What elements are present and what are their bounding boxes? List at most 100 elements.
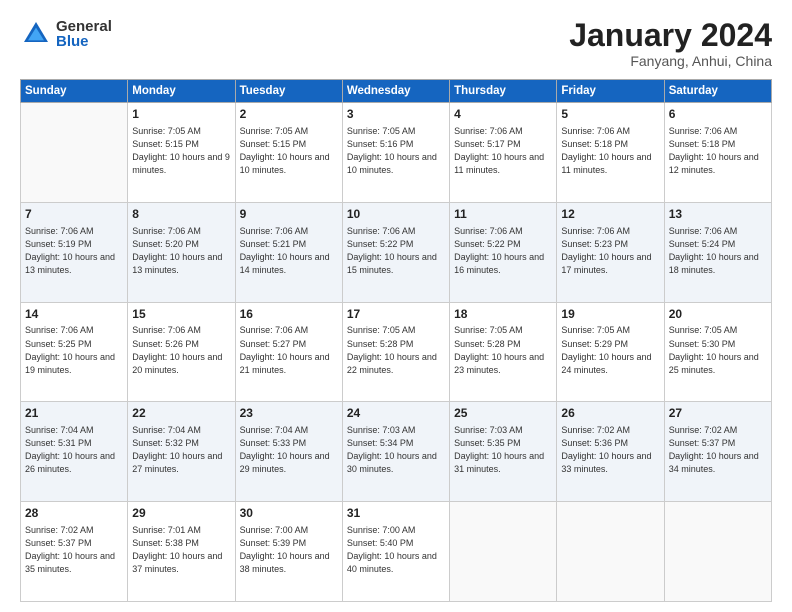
table-row: 23 Sunrise: 7:04 AM Sunset: 5:33 PM Dayli… — [235, 402, 342, 502]
table-row: 8Sunrise: 7:06 AM Sunset: 5:20 PM Daylig… — [128, 202, 235, 302]
table-row: 4 Sunrise: 7:06 AM Sunset: 5:17 PM Daylig… — [450, 103, 557, 203]
location: Fanyang, Anhui, China — [569, 53, 772, 69]
day-info: Sunrise: 7:04 AM Sunset: 5:32 PM Dayligh… — [132, 424, 230, 476]
day-number: 2 — [240, 106, 338, 123]
table-row: 10 Sunrise: 7:06 AM Sunset: 5:22 PM Dayli… — [342, 202, 449, 302]
table-row: 16Sunrise: 7:06 AM Sunset: 5:27 PM Dayli… — [235, 302, 342, 402]
col-tuesday: Tuesday — [235, 80, 342, 103]
day-number: 10 — [347, 206, 445, 223]
day-number: 12 — [561, 206, 659, 223]
table-row: 13 Sunrise: 7:06 AM Sunset: 5:24 PM Dayli… — [664, 202, 771, 302]
day-info: Sunrise: 7:06 AM Sunset: 5:26 PM Dayligh… — [132, 324, 230, 376]
logo-blue-text: Blue — [56, 34, 112, 49]
day-number: 15 — [132, 306, 230, 323]
day-number: 3 — [347, 106, 445, 123]
col-friday: Friday — [557, 80, 664, 103]
day-number: 16 — [240, 306, 338, 323]
table-row — [557, 502, 664, 602]
day-number: 26 — [561, 405, 659, 422]
day-info: Sunrise: 7:05 AM Sunset: 5:30 PM Dayligh… — [669, 324, 767, 376]
table-row: 5 Sunrise: 7:06 AM Sunset: 5:18 PM Daylig… — [557, 103, 664, 203]
day-info: Sunrise: 7:05 AM Sunset: 5:16 PM Dayligh… — [347, 125, 445, 177]
day-info: Sunrise: 7:06 AM Sunset: 5:22 PM Dayligh… — [347, 225, 445, 277]
day-info: Sunrise: 7:06 AM Sunset: 5:22 PM Dayligh… — [454, 225, 552, 277]
day-number: 7 — [25, 206, 123, 223]
logo-icon — [20, 18, 52, 50]
day-number: 23 — [240, 405, 338, 422]
day-number: 21 — [25, 405, 123, 422]
day-info: Sunrise: 7:04 AM Sunset: 5:33 PM Dayligh… — [240, 424, 338, 476]
table-row: 30Sunrise: 7:00 AM Sunset: 5:39 PM Dayli… — [235, 502, 342, 602]
table-row: 1Sunrise: 7:05 AM Sunset: 5:15 PM Daylig… — [128, 103, 235, 203]
day-info: Sunrise: 7:06 AM Sunset: 5:25 PM Dayligh… — [25, 324, 123, 376]
logo-general: General — [56, 19, 112, 34]
day-number: 31 — [347, 505, 445, 522]
table-row: 17Sunrise: 7:05 AM Sunset: 5:28 PM Dayli… — [342, 302, 449, 402]
day-number: 28 — [25, 505, 123, 522]
day-info: Sunrise: 7:05 AM Sunset: 5:15 PM Dayligh… — [240, 125, 338, 177]
table-row: 31Sunrise: 7:00 AM Sunset: 5:40 PM Dayli… — [342, 502, 449, 602]
table-row: 18Sunrise: 7:05 AM Sunset: 5:28 PM Dayli… — [450, 302, 557, 402]
day-number: 20 — [669, 306, 767, 323]
calendar-header-row: Sunday Monday Tuesday Wednesday Thursday… — [21, 80, 772, 103]
day-number: 17 — [347, 306, 445, 323]
day-number: 30 — [240, 505, 338, 522]
table-row: 2 Sunrise: 7:05 AM Sunset: 5:15 PM Daylig… — [235, 103, 342, 203]
calendar-week-row: 28 Sunrise: 7:02 AM Sunset: 5:37 PM Dayli… — [21, 502, 772, 602]
day-number: 4 — [454, 106, 552, 123]
day-info: Sunrise: 7:02 AM Sunset: 5:36 PM Dayligh… — [561, 424, 659, 476]
calendar-week-row: 21 Sunrise: 7:04 AM Sunset: 5:31 PM Dayli… — [21, 402, 772, 502]
day-info: Sunrise: 7:06 AM Sunset: 5:20 PM Dayligh… — [132, 225, 230, 277]
calendar-week-row: 14Sunrise: 7:06 AM Sunset: 5:25 PM Dayli… — [21, 302, 772, 402]
month-title: January 2024 — [569, 18, 772, 53]
day-info: Sunrise: 7:05 AM Sunset: 5:15 PM Dayligh… — [132, 125, 230, 177]
day-info: Sunrise: 7:02 AM Sunset: 5:37 PM Dayligh… — [25, 524, 123, 576]
day-info: Sunrise: 7:06 AM Sunset: 5:27 PM Dayligh… — [240, 324, 338, 376]
header: General Blue January 2024 Fanyang, Anhui… — [20, 18, 772, 69]
day-info: Sunrise: 7:03 AM Sunset: 5:34 PM Dayligh… — [347, 424, 445, 476]
table-row — [664, 502, 771, 602]
logo-text: General Blue — [56, 19, 112, 49]
day-info: Sunrise: 7:06 AM Sunset: 5:17 PM Dayligh… — [454, 125, 552, 177]
table-row: 25Sunrise: 7:03 AM Sunset: 5:35 PM Dayli… — [450, 402, 557, 502]
page: General Blue January 2024 Fanyang, Anhui… — [0, 0, 792, 612]
day-info: Sunrise: 7:04 AM Sunset: 5:31 PM Dayligh… — [25, 424, 123, 476]
table-row: 6Sunrise: 7:06 AM Sunset: 5:18 PM Daylig… — [664, 103, 771, 203]
table-row: 20Sunrise: 7:05 AM Sunset: 5:30 PM Dayli… — [664, 302, 771, 402]
table-row: 21 Sunrise: 7:04 AM Sunset: 5:31 PM Dayli… — [21, 402, 128, 502]
day-info: Sunrise: 7:06 AM Sunset: 5:24 PM Dayligh… — [669, 225, 767, 277]
calendar: Sunday Monday Tuesday Wednesday Thursday… — [20, 79, 772, 602]
day-number: 13 — [669, 206, 767, 223]
table-row: 12 Sunrise: 7:06 AM Sunset: 5:23 PM Dayli… — [557, 202, 664, 302]
table-row — [450, 502, 557, 602]
table-row: 14Sunrise: 7:06 AM Sunset: 5:25 PM Dayli… — [21, 302, 128, 402]
day-info: Sunrise: 7:05 AM Sunset: 5:28 PM Dayligh… — [347, 324, 445, 376]
calendar-week-row: 1Sunrise: 7:05 AM Sunset: 5:15 PM Daylig… — [21, 103, 772, 203]
day-number: 11 — [454, 206, 552, 223]
table-row: 29 Sunrise: 7:01 AM Sunset: 5:38 PM Dayli… — [128, 502, 235, 602]
table-row: 9Sunrise: 7:06 AM Sunset: 5:21 PM Daylig… — [235, 202, 342, 302]
day-info: Sunrise: 7:01 AM Sunset: 5:38 PM Dayligh… — [132, 524, 230, 576]
day-info: Sunrise: 7:03 AM Sunset: 5:35 PM Dayligh… — [454, 424, 552, 476]
table-row: 19Sunrise: 7:05 AM Sunset: 5:29 PM Dayli… — [557, 302, 664, 402]
day-number: 5 — [561, 106, 659, 123]
day-info: Sunrise: 7:06 AM Sunset: 5:19 PM Dayligh… — [25, 225, 123, 277]
day-info: Sunrise: 7:06 AM Sunset: 5:23 PM Dayligh… — [561, 225, 659, 277]
day-number: 29 — [132, 505, 230, 522]
day-info: Sunrise: 7:06 AM Sunset: 5:18 PM Dayligh… — [561, 125, 659, 177]
day-info: Sunrise: 7:06 AM Sunset: 5:21 PM Dayligh… — [240, 225, 338, 277]
day-number: 24 — [347, 405, 445, 422]
table-row: 15Sunrise: 7:06 AM Sunset: 5:26 PM Dayli… — [128, 302, 235, 402]
col-saturday: Saturday — [664, 80, 771, 103]
day-number: 14 — [25, 306, 123, 323]
day-number: 27 — [669, 405, 767, 422]
day-number: 18 — [454, 306, 552, 323]
table-row — [21, 103, 128, 203]
day-number: 19 — [561, 306, 659, 323]
day-number: 6 — [669, 106, 767, 123]
col-sunday: Sunday — [21, 80, 128, 103]
table-row: 22Sunrise: 7:04 AM Sunset: 5:32 PM Dayli… — [128, 402, 235, 502]
calendar-week-row: 7 Sunrise: 7:06 AM Sunset: 5:19 PM Daylig… — [21, 202, 772, 302]
table-row: 26 Sunrise: 7:02 AM Sunset: 5:36 PM Dayli… — [557, 402, 664, 502]
table-row: 7 Sunrise: 7:06 AM Sunset: 5:19 PM Daylig… — [21, 202, 128, 302]
